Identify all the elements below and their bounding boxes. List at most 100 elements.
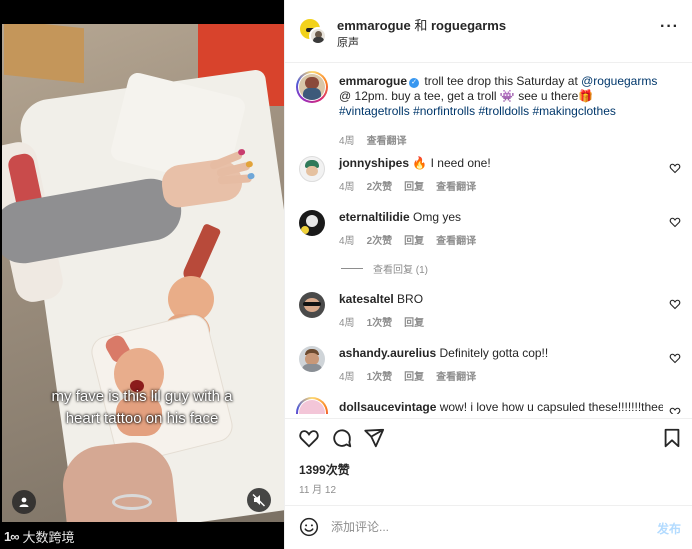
translate-link[interactable]: 查看翻译 — [436, 232, 476, 247]
caption-meta: 4周 查看翻译 — [339, 132, 407, 147]
like-heart-icon[interactable] — [298, 427, 320, 449]
post-authors: emmarogue 和 roguegarms — [337, 15, 506, 34]
watermark-text: 大数跨境 — [22, 529, 75, 545]
view-replies-button[interactable]: 查看回复 (1) — [341, 261, 428, 276]
save-bookmark-icon[interactable] — [661, 427, 683, 449]
caption-line-1: my fave is this lil guy with a — [51, 388, 233, 405]
post-header: emmarogue 和 roguegarms 原声 ··· — [285, 0, 692, 63]
comment-username[interactable]: jonnyshipes — [339, 156, 409, 170]
comment-item: eternaltilidie Omg yes 4周 2次赞 回复 查看翻译 查看… — [285, 208, 692, 288]
comment-meta: 4周 2次赞 回复 查看翻译 — [339, 232, 476, 247]
comment-body: Omg yes — [413, 210, 462, 224]
comment-time[interactable]: 4周 — [339, 178, 355, 193]
comment-likes[interactable]: 2次赞 — [367, 178, 393, 193]
comment-username[interactable]: eternaltilidie — [339, 210, 410, 224]
emoji-icon[interactable] — [299, 517, 319, 537]
muted-speaker-icon — [252, 494, 265, 507]
caption-line-2: heart tattoo on his face — [65, 410, 219, 427]
comment-meta: 4周 2次赞 回复 查看翻译 — [339, 178, 476, 193]
hashtag-vintagetrolls[interactable]: #vintagetrolls — [339, 104, 410, 118]
replies-divider — [341, 268, 363, 269]
watermark: 1∞ 大数跨境 — [4, 525, 75, 547]
caption-text-part2: @ 12pm. buy a tee, get a troll 👾 see u t… — [339, 89, 594, 103]
comment-avatar[interactable] — [299, 346, 325, 372]
comment-like-heart-icon[interactable] — [669, 352, 681, 364]
comment-username[interactable]: ashandy.aurelius — [339, 346, 436, 360]
comment-likes[interactable]: 2次赞 — [367, 232, 393, 247]
comment-text: eternaltilidie Omg yes — [339, 210, 663, 225]
reply-button[interactable]: 回复 — [404, 232, 424, 247]
mention-roguegarms[interactable]: @roguegarms — [581, 74, 657, 88]
caption-text: emmarogue ✓ troll tee drop this Saturday … — [339, 74, 663, 119]
video-top-bar — [0, 0, 284, 24]
post-date: 11 月 12 — [299, 485, 337, 496]
caption-text-part1: troll tee drop this Saturday at — [424, 74, 582, 88]
like-count[interactable]: 1399次赞 — [299, 461, 350, 478]
comment-time[interactable]: 4周 — [339, 314, 355, 329]
comment-time[interactable]: 4周 — [339, 368, 355, 383]
comment-text: dollsaucevintage wow! i love how u capsu… — [339, 400, 663, 414]
comment-username[interactable]: katesaltel — [339, 292, 394, 306]
comment-item: ashandy.aurelius Definitely gotta cop!! … — [285, 344, 692, 394]
cardboard-box — [4, 24, 84, 84]
post-panel: emmarogue 和 roguegarms 原声 ··· emmarogue ✓… — [284, 0, 692, 549]
post-comment-button[interactable]: 发布 — [657, 520, 681, 537]
share-send-icon[interactable] — [363, 427, 385, 449]
comment-meta: 4周 1次赞 回复 查看翻译 — [339, 368, 476, 383]
comment-like-heart-icon[interactable] — [669, 162, 681, 174]
caption-username[interactable]: emmarogue — [339, 74, 407, 88]
comment-like-heart-icon[interactable] — [669, 216, 681, 228]
comment-body: Definitely gotta cop!! — [439, 346, 549, 360]
reply-button[interactable]: 回复 — [404, 368, 424, 383]
original-audio-link[interactable]: 原声 — [337, 34, 359, 50]
comment-like-heart-icon[interactable] — [669, 406, 681, 414]
watermark-logo: 1∞ — [4, 528, 19, 544]
comment-like-heart-icon[interactable] — [669, 298, 681, 310]
author-emmarogue[interactable]: emmarogue — [337, 18, 411, 33]
add-comment-input[interactable] — [331, 516, 621, 538]
hashtag-trolldolls[interactable]: #trolldolls — [478, 104, 529, 118]
caption-translate-link[interactable]: 查看翻译 — [367, 132, 407, 147]
caption-time[interactable]: 4周 — [339, 132, 355, 147]
comment-item: katesaltel BRO 4周 1次赞 回复 — [285, 290, 692, 340]
hashtag-makingclothes[interactable]: #makingclothes — [532, 104, 615, 118]
comment-likes[interactable]: 1次赞 — [367, 314, 393, 329]
comment-text: katesaltel BRO — [339, 292, 663, 307]
verified-badge-icon: ✓ — [409, 78, 420, 88]
comment-item: jonnyshipes 🔥 I need one! 4周 2次赞 回复 查看翻译 — [285, 154, 692, 204]
comment-avatar[interactable] — [299, 210, 325, 236]
reply-button[interactable]: 回复 — [404, 314, 424, 329]
comment-likes[interactable]: 1次赞 — [367, 368, 393, 383]
reel-video-player[interactable]: my fave is this lil guy with a heart tat… — [0, 0, 284, 549]
comment-item: dollsaucevintage wow! i love how u capsu… — [285, 397, 692, 414]
video-captions: my fave is this lil guy with a heart tat… — [0, 386, 284, 430]
reply-button[interactable]: 回复 — [404, 178, 424, 193]
comment-icon[interactable] — [331, 427, 353, 449]
comment-text: jonnyshipes 🔥 I need one! — [339, 156, 663, 171]
comment-username[interactable]: dollsaucevintage — [339, 400, 436, 414]
comment-meta: 4周 1次赞 回复 — [339, 314, 424, 329]
tagged-user-button[interactable] — [12, 490, 36, 514]
bracelet — [112, 494, 152, 510]
comments-scroll[interactable]: emmarogue ✓ troll tee drop this Saturday … — [285, 64, 692, 414]
comment-time[interactable]: 4周 — [339, 232, 355, 247]
comment-body: BRO — [397, 292, 424, 306]
collab-joiner: 和 — [414, 18, 428, 33]
comment-body: 🔥 I need one! — [412, 156, 491, 170]
post-actions: 1399次赞 11 月 12 — [285, 418, 692, 506]
view-replies-label: 查看回复 (1) — [373, 265, 428, 276]
avatar-roguegarms[interactable] — [309, 27, 327, 45]
caption-avatar[interactable] — [299, 74, 325, 100]
translate-link[interactable]: 查看翻译 — [436, 368, 476, 383]
author-roguegarms[interactable]: roguegarms — [431, 18, 506, 33]
mute-button[interactable] — [247, 488, 271, 512]
user-icon — [19, 497, 29, 507]
video-frame — [2, 24, 284, 522]
hashtag-norfintrolls[interactable]: #norfintrolls — [413, 104, 475, 118]
translate-link[interactable]: 查看翻译 — [436, 178, 476, 193]
comment-avatar[interactable] — [299, 156, 325, 182]
more-options-button[interactable]: ··· — [660, 19, 679, 35]
comment-composer: 发布 — [285, 505, 692, 549]
comment-avatar[interactable] — [299, 292, 325, 318]
collab-avatars[interactable] — [299, 18, 327, 46]
